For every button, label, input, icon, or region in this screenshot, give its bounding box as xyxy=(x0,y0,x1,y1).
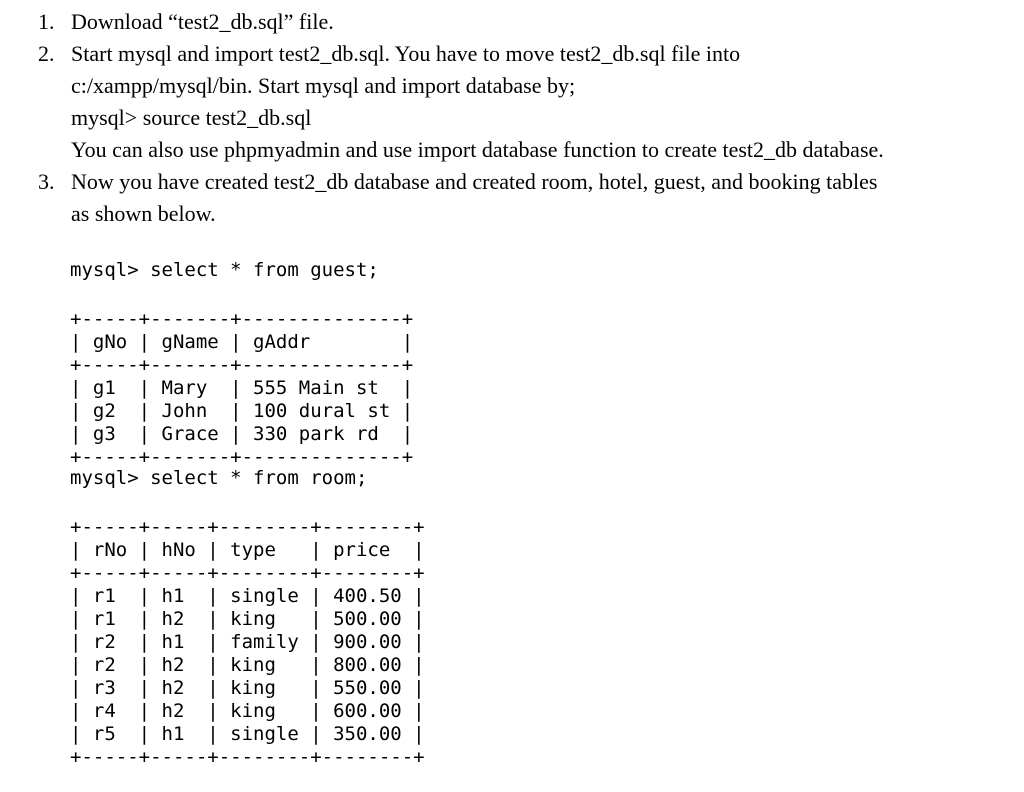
table-row: | r1 | h1 | single | 400.50 | xyxy=(70,585,425,607)
table-row: +-----+-----+--------+--------+ xyxy=(70,562,425,584)
step-3-line-1: Now you have created test2_db database a… xyxy=(71,169,878,194)
table-row: | gNo | gName | gAddr | xyxy=(70,331,414,353)
table-row: | rNo | hNo | type | price | xyxy=(70,539,425,561)
step-1-number: 1. xyxy=(38,9,55,34)
table-row: +-----+-------+--------------+ xyxy=(70,308,414,330)
table-row: | g1 | Mary | 555 Main st | xyxy=(70,377,414,399)
step-3-number: 3. xyxy=(38,169,55,194)
table-row: | r1 | h2 | king | 500.00 | xyxy=(70,608,425,630)
step-2-line-2: c:/xampp/mysql/bin. Start mysql and impo… xyxy=(71,73,576,98)
table-row: | r4 | h2 | king | 600.00 | xyxy=(70,700,425,722)
guest-query-prompt: mysql> select * from guest; xyxy=(70,259,379,281)
guest-table: +-----+-------+--------------+ | gNo | gN… xyxy=(70,285,413,492)
step-2-line-4: You can also use phpmyadmin and use impo… xyxy=(71,137,884,162)
step-3-line-2: as shown below. xyxy=(71,201,216,226)
table-row: | r2 | h2 | king | 800.00 | xyxy=(70,654,425,676)
table-row: | r3 | h2 | king | 550.00 | xyxy=(70,677,425,699)
table-row: | g2 | John | 100 dural st | xyxy=(70,400,414,422)
table-row: +-----+-------+--------------+ xyxy=(70,354,414,376)
table-row: | r2 | h1 | family | 900.00 | xyxy=(70,631,425,653)
room-query-prompt: mysql> select * from room; xyxy=(70,467,368,489)
table-row: | g3 | Grace | 330 park rd | xyxy=(70,423,414,445)
room-table: +-----+-----+--------+--------+ | rNo | h… xyxy=(70,493,425,792)
table-row: | r5 | h1 | single | 350.00 | xyxy=(70,723,425,745)
step-2-number: 2. xyxy=(38,41,55,66)
step-1-text: Download “test2_db.sql” file. xyxy=(71,9,334,34)
table-row: +-----+-----+--------+--------+ xyxy=(70,516,425,538)
table-row: +-----+-------+--------------+ xyxy=(70,446,414,468)
step-2-command: mysql> source test2_db.sql xyxy=(71,105,312,130)
table-row: +-----+-----+--------+--------+ xyxy=(70,746,425,768)
step-2-line-1: Start mysql and import test2_db.sql. You… xyxy=(71,41,741,66)
